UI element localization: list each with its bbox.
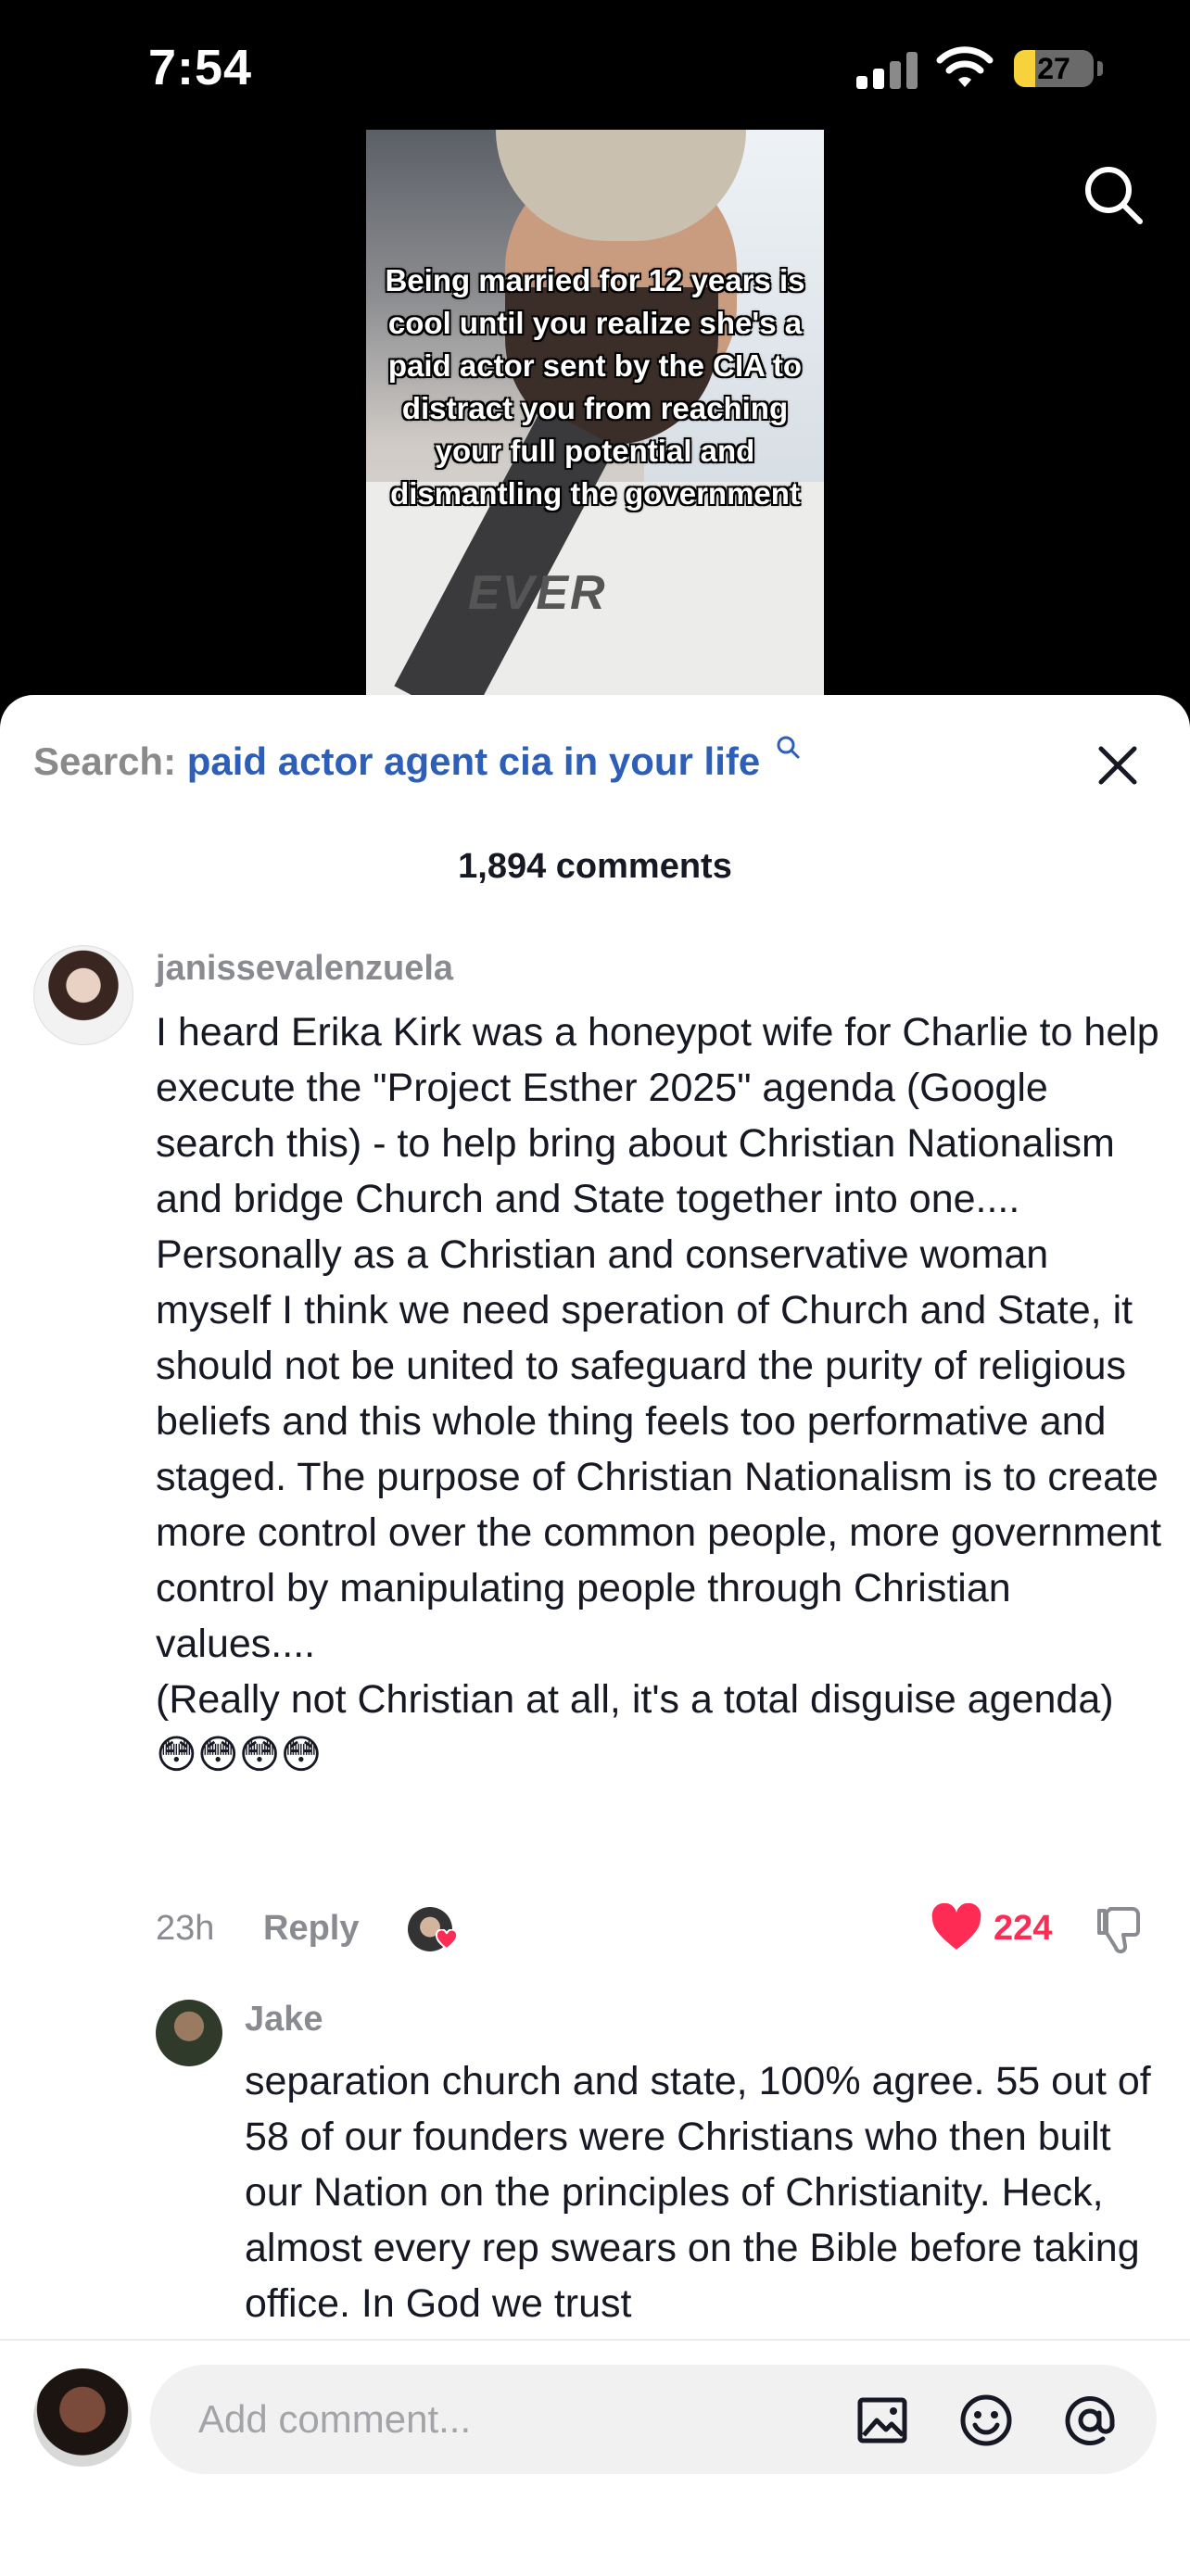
search-prefix: Search: bbox=[33, 739, 177, 783]
mention-icon[interactable] bbox=[1062, 2393, 1118, 2448]
video-caption: Being married for 12 years is cool until… bbox=[385, 263, 805, 511]
dislike-icon[interactable] bbox=[1094, 1903, 1146, 1955]
comment-meta: 23h Reply 224 bbox=[156, 1900, 1157, 1955]
comment-text: I heard Erika Kirk was a honeypot wife f… bbox=[156, 1010, 1162, 1777]
wifi-icon bbox=[936, 46, 994, 87]
search-icon[interactable] bbox=[1081, 162, 1146, 227]
close-icon[interactable] bbox=[1094, 741, 1142, 789]
comment-username[interactable]: janissevalenzuela bbox=[156, 949, 453, 989]
battery-indicator: 27 bbox=[1014, 50, 1094, 87]
search-query-link[interactable]: paid actor agent cia in your life bbox=[187, 739, 760, 783]
comments-sheet: Search: paid actor agent cia in your lif… bbox=[0, 695, 1190, 2574]
video-shirt-text: EVER bbox=[468, 566, 607, 620]
search-mini-icon bbox=[777, 736, 800, 759]
video-thumbnail[interactable]: EVER Being married for 12 years is cool … bbox=[366, 130, 824, 697]
reply-username[interactable]: Jake bbox=[245, 2000, 323, 2039]
comment-input[interactable]: Add comment... bbox=[150, 2365, 1157, 2474]
battery-cap bbox=[1097, 61, 1103, 76]
image-icon[interactable] bbox=[855, 2393, 910, 2448]
comment-input-bar: Add comment... bbox=[0, 2339, 1190, 2576]
search-suggestion[interactable]: Search: paid actor agent cia in your lif… bbox=[33, 736, 801, 784]
like-count: 224 bbox=[994, 1909, 1053, 1948]
cellular-signal-icon bbox=[856, 52, 918, 89]
battery-percent: 27 bbox=[1037, 52, 1070, 85]
reply-text: separation church and state, 100% agree.… bbox=[245, 2059, 1151, 2326]
comments-count: 1,894 comments bbox=[458, 847, 732, 886]
user-avatar[interactable] bbox=[33, 2368, 132, 2467]
status-time: 7:54 bbox=[148, 40, 253, 95]
comment-time: 23h bbox=[156, 1909, 215, 1948]
avatar[interactable] bbox=[33, 945, 133, 1045]
reply-avatar[interactable] bbox=[156, 2000, 222, 2066]
emoji-icon[interactable] bbox=[958, 2393, 1014, 2448]
reply-button[interactable]: Reply bbox=[263, 1909, 359, 1949]
comment-placeholder: Add comment... bbox=[198, 2397, 472, 2441]
status-bar: 7:54 27 bbox=[0, 0, 1190, 130]
creator-heart-icon bbox=[436, 1929, 458, 1951]
heart-icon[interactable] bbox=[930, 1903, 982, 1951]
